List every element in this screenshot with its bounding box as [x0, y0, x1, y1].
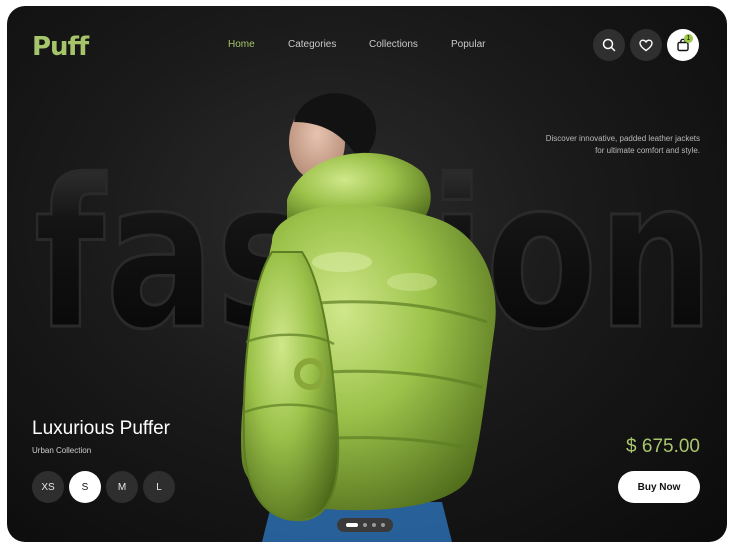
carousel-dot-3[interactable] — [372, 523, 376, 527]
buy-now-button[interactable]: Buy Now — [618, 471, 700, 503]
tagline-line-1: Discover innovative, padded leather jack… — [545, 134, 700, 143]
size-option-m[interactable]: M — [106, 471, 138, 503]
nav-item-categories[interactable]: Categories — [288, 39, 336, 50]
search-button[interactable] — [593, 29, 625, 61]
carousel-dot-1[interactable] — [346, 523, 358, 527]
carousel-dot-2[interactable] — [363, 523, 367, 527]
nav-item-home[interactable]: Home — [228, 39, 255, 50]
tagline-line-2: for ultimate comfort and style. — [595, 146, 700, 155]
nav-item-collections[interactable]: Collections — [369, 39, 418, 50]
size-option-xs[interactable]: XS — [32, 471, 64, 503]
product-collection: Urban Collection — [32, 446, 92, 455]
cart-button[interactable]: 1 — [667, 29, 699, 61]
model-image — [232, 82, 502, 542]
product-price: $ 675.00 — [626, 436, 700, 457]
carousel-dot-4[interactable] — [381, 523, 385, 527]
carousel-indicator — [337, 518, 393, 532]
cart-count-badge: 1 — [684, 34, 693, 43]
hero-tagline: Discover innovative, padded leather jack… — [546, 133, 700, 157]
heart-icon — [639, 38, 653, 51]
size-option-s[interactable]: S — [69, 471, 101, 503]
product-title: Luxurious Puffer — [32, 418, 171, 439]
hero-frame: fashion Puff Home Categories Collections… — [7, 6, 727, 542]
size-option-l[interactable]: L — [143, 471, 175, 503]
nav-item-popular[interactable]: Popular — [451, 39, 485, 50]
wishlist-button[interactable] — [630, 29, 662, 61]
search-icon — [602, 38, 616, 52]
